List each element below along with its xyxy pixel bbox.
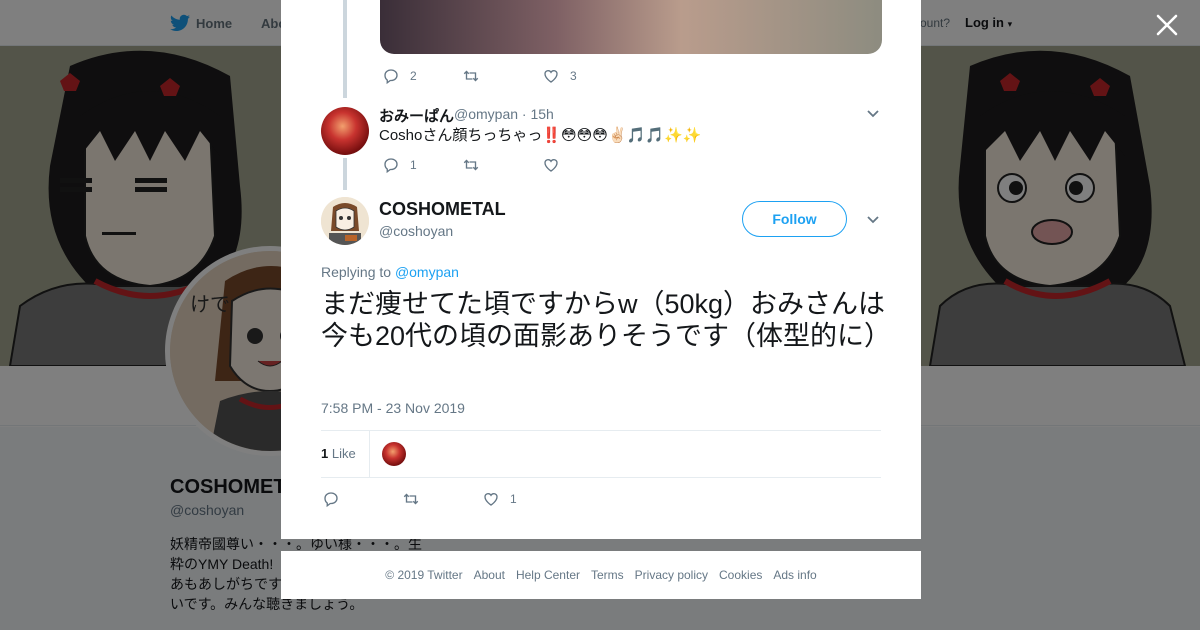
- reply-icon: [384, 158, 398, 174]
- replying-to-label: Replying to: [321, 264, 392, 280]
- tweet-media-image[interactable]: [380, 0, 882, 54]
- reply-button[interactable]: [322, 490, 402, 508]
- likes-stats-row: 1 Like: [321, 430, 881, 478]
- like-button[interactable]: 1: [482, 490, 562, 508]
- retweet-button[interactable]: [462, 67, 542, 85]
- footer-link-ads-info[interactable]: Ads info: [773, 568, 816, 582]
- follow-button[interactable]: Follow: [742, 201, 847, 237]
- likes-label: Like: [331, 446, 356, 461]
- reply-author-name[interactable]: おみーぱん: [379, 105, 454, 126]
- modal-footer: © 2019 Twitter About Help Center Terms P…: [281, 551, 921, 599]
- main-tweet-timestamp[interactable]: 7:58 PM - 23 Nov 2019: [321, 400, 465, 416]
- reply-button[interactable]: 1: [382, 156, 462, 174]
- close-icon[interactable]: [1154, 12, 1180, 38]
- main-tweet-author-name[interactable]: COSHOMETAL: [379, 199, 506, 220]
- retweet-button[interactable]: [402, 490, 482, 508]
- reply-button[interactable]: 2: [382, 67, 462, 85]
- like-button[interactable]: [542, 156, 622, 174]
- reply-author-avatar[interactable]: [321, 107, 369, 155]
- reply-icon: [324, 492, 338, 508]
- stats-divider: [369, 431, 370, 477]
- reply-tweet-actions: 1: [382, 156, 622, 174]
- reply-icon: [384, 69, 398, 85]
- reply-author-meta: @omypan · 15h: [454, 106, 554, 122]
- retweet-icon: [403, 493, 419, 505]
- heart-icon: [544, 70, 558, 83]
- heart-icon: [544, 159, 558, 172]
- tweet-permalink-modal: 2 3 おみーぱん @omypan · 15h Coshoさん顔ちっちゃっ‼️😳…: [281, 0, 921, 539]
- chevron-down-icon[interactable]: [866, 107, 880, 121]
- like-count: 1: [510, 492, 517, 506]
- main-avatar-illustration: [321, 197, 369, 245]
- liker-avatar[interactable]: [382, 442, 406, 466]
- retweet-button[interactable]: [462, 156, 542, 174]
- reply-tweet-text: Coshoさん顔ちっちゃっ‼️😳😳😳✌🏻🎵🎵✨✨: [379, 127, 702, 144]
- thread-line: [343, 0, 347, 98]
- footer-link-terms[interactable]: Terms: [591, 568, 624, 582]
- heart-icon: [484, 493, 498, 506]
- footer-link-about[interactable]: About: [474, 568, 505, 582]
- footer-link-cookies[interactable]: Cookies: [719, 568, 762, 582]
- likes-count: 1: [321, 446, 329, 461]
- main-tweet-avatar[interactable]: [321, 197, 369, 245]
- like-count: 3: [570, 69, 577, 83]
- like-button[interactable]: 3: [542, 67, 622, 85]
- main-tweet-actions: 1: [322, 490, 562, 508]
- main-tweet-text: まだ痩せてた頃ですからw（50kg）おみさんは今も20代の頃の面影ありそうです（…: [321, 289, 892, 351]
- reply-timestamp[interactable]: · 15h: [522, 106, 554, 122]
- replying-to-context: Replying to @omypan: [321, 264, 459, 280]
- footer-copyright: © 2019 Twitter: [385, 568, 463, 582]
- reply-count: 1: [410, 158, 417, 172]
- chevron-down-icon[interactable]: [866, 213, 880, 227]
- likes-count-link[interactable]: 1 Like: [321, 446, 356, 461]
- reply-author-handle[interactable]: @omypan: [454, 106, 518, 122]
- previous-tweet-actions: 2 3: [382, 67, 622, 85]
- main-tweet-author-handle[interactable]: @coshoyan: [379, 223, 453, 239]
- retweet-icon: [463, 70, 479, 82]
- replying-to-link[interactable]: @omypan: [395, 264, 459, 280]
- thread-line: [343, 158, 347, 190]
- footer-link-help-center[interactable]: Help Center: [516, 568, 580, 582]
- retweet-icon: [463, 159, 479, 171]
- footer-link-privacy-policy[interactable]: Privacy policy: [635, 568, 708, 582]
- reply-count: 2: [410, 69, 417, 83]
